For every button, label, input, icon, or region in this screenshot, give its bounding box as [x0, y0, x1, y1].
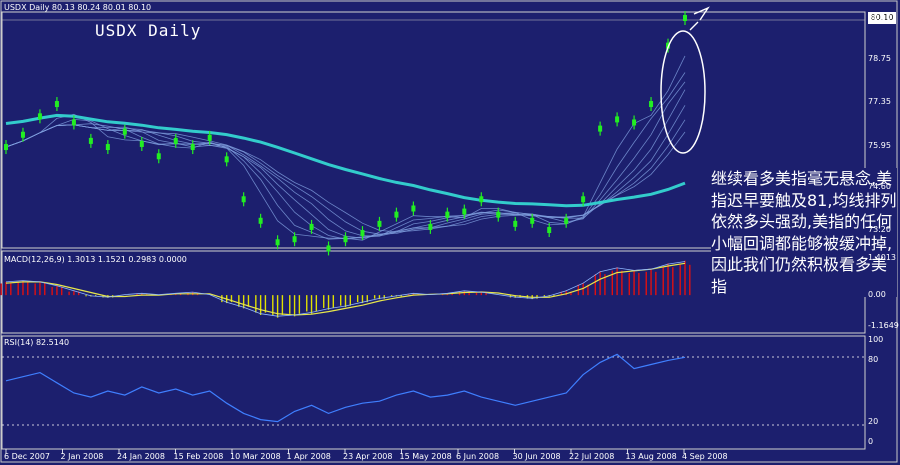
- price-candle-body: [360, 230, 365, 237]
- rsi-y-tick: 20: [868, 416, 879, 426]
- price-candle-body: [530, 217, 535, 224]
- price-candle-body: [224, 156, 229, 163]
- price-candle-body: [683, 15, 687, 21]
- x-tick-label: 4 Sep 2008: [682, 452, 728, 461]
- price-candle-body: [275, 239, 280, 246]
- price-candle-body: [462, 208, 467, 215]
- price-candle-body: [615, 116, 620, 123]
- x-tick-label: 13 Aug 2008: [625, 452, 677, 461]
- x-tick-label: 10 Mar 2008: [230, 452, 281, 461]
- price-candle-body: [292, 236, 297, 243]
- price-candle-body: [598, 125, 603, 132]
- price-candle-body: [428, 223, 433, 230]
- price-candle-body: [445, 211, 450, 218]
- trend-arrow: [689, 6, 710, 31]
- price-candle-body: [207, 134, 212, 141]
- rsi-panel-label: RSI(14) 82.5140: [4, 338, 70, 347]
- price-y-tick: 78.75: [868, 54, 891, 64]
- rsi-line: [5, 353, 686, 423]
- x-tick-label: 6 Jun 2008: [456, 452, 500, 461]
- price-candle-body: [564, 217, 569, 224]
- price-candle-body: [496, 211, 501, 218]
- price-candle-body: [258, 217, 263, 224]
- rsi-y-tick: 80: [868, 355, 879, 365]
- price-candle-body: [122, 128, 127, 135]
- price-y-tick: 77.35: [868, 97, 891, 107]
- price-candle-body: [4, 144, 8, 151]
- price-y-tick: 75.95: [868, 140, 891, 150]
- macd-y-tick: 0.00: [868, 290, 886, 300]
- price-candle-body: [54, 101, 59, 108]
- price-candle-body: [343, 236, 348, 243]
- price-candle-body: [105, 144, 110, 151]
- macd-y-tick: -1.1649: [868, 321, 899, 330]
- x-tick-label: 15 Feb 2008: [173, 452, 224, 461]
- price-y-tick: 74.60: [868, 181, 891, 191]
- price-candle-body: [241, 196, 246, 203]
- price-candle-body: [394, 211, 399, 218]
- price-candle-body: [513, 220, 518, 227]
- x-tick-label: 24 Jan 2008: [117, 452, 165, 461]
- price-candle-body: [326, 245, 331, 252]
- price-candle-body: [139, 140, 144, 147]
- moving-average-3: [5, 72, 686, 240]
- x-tick-label: 15 May 2008: [399, 452, 452, 461]
- macd-panel-label: MACD(12,26,9) 1.3013 1.1521 0.2983 0.000…: [4, 255, 187, 264]
- x-tick-label: 1 Apr 2008: [286, 452, 331, 461]
- chart-title: USDX Daily: [95, 21, 202, 40]
- price-candle-body: [632, 119, 637, 126]
- price-candle-body: [547, 227, 552, 233]
- price-candle-body: [411, 205, 416, 212]
- price-y-tick: 73.20: [868, 225, 891, 234]
- x-tick-label: 23 Apr 2008: [343, 452, 393, 461]
- rsi-y-tick: 100: [868, 335, 884, 344]
- price-candle-body: [649, 101, 654, 108]
- price-candle-body: [37, 113, 42, 120]
- x-tick-label: 2 Jan 2008: [60, 452, 104, 461]
- price-candle-body: [190, 144, 195, 151]
- price-candle-body: [20, 131, 25, 138]
- price-panel-label: USDX Daily 80.13 80.24 80.01 80.10: [4, 3, 152, 12]
- price-candle-body: [309, 223, 314, 230]
- price-candle-body: [173, 137, 178, 144]
- price-y-tick: 80.10: [868, 13, 891, 22]
- x-tick-label: 6 Dec 2007: [4, 452, 51, 461]
- x-tick-label: 22 Jul 2008: [569, 452, 615, 461]
- price-candle-body: [377, 220, 382, 227]
- price-candle-body: [88, 137, 93, 144]
- macd-y-tick: 1.4013: [868, 253, 896, 262]
- rsi-y-tick: 0: [868, 437, 874, 446]
- price-candle-body: [156, 153, 161, 160]
- price-candle-body: [71, 119, 76, 126]
- price-candle-body: [479, 196, 484, 203]
- price-candle-body: [581, 196, 586, 203]
- x-tick-label: 30 Jun 2008: [512, 452, 561, 461]
